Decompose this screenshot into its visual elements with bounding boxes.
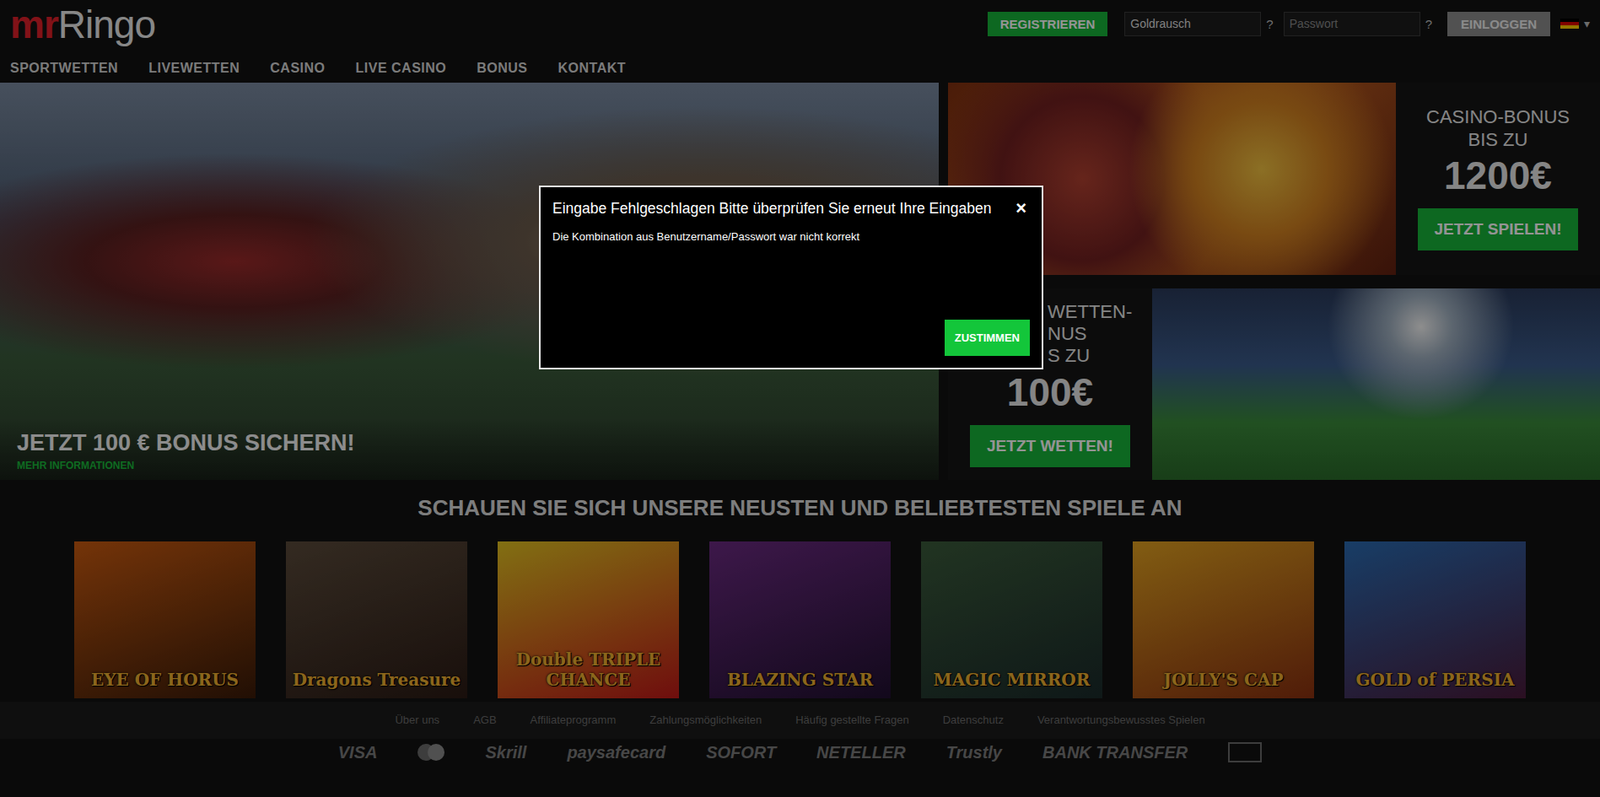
modal-backdrop <box>0 0 1600 797</box>
agree-button[interactable]: ZUSTIMMEN <box>944 319 1030 356</box>
casino-page: mrRingoREGISTRIEREN??EINLOGGEN▾SPORTWETT… <box>0 0 1600 797</box>
close-button[interactable]: × <box>1012 199 1030 218</box>
error-dialog: Eingabe Fehlgeschlagen Bitte überprüfen … <box>538 185 1044 370</box>
